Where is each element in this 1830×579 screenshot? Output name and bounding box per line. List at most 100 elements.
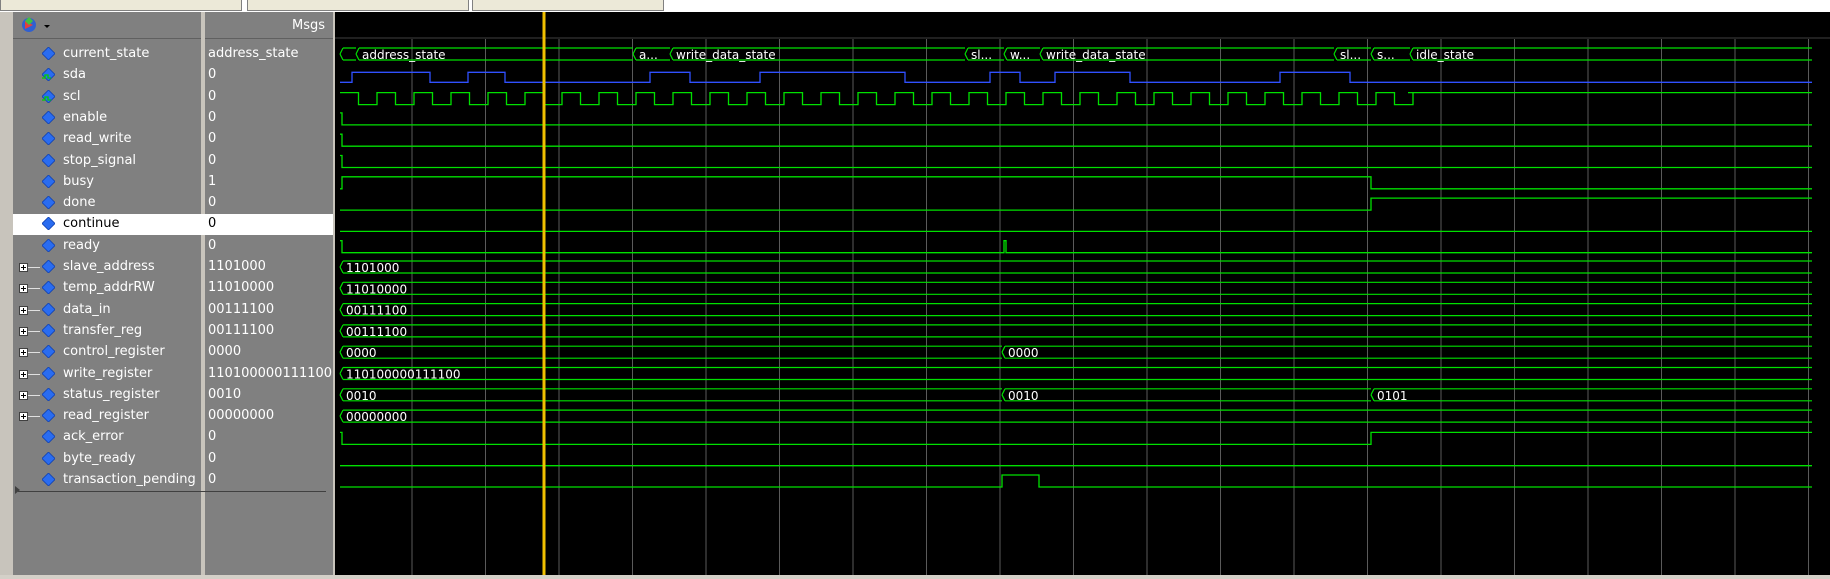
expand-plus-icon[interactable] — [19, 412, 28, 422]
bus-value-label: 0101 — [1377, 389, 1408, 403]
signal-row-byte-ready[interactable]: byte_ready 0 — [13, 449, 333, 470]
list-end-divider — [18, 491, 326, 492]
signal-name: read_write — [63, 131, 132, 147]
tree-connector — [28, 373, 40, 375]
signal-row-write-register[interactable]: write_register 110100000111100 — [13, 364, 333, 385]
signal-name: enable — [63, 109, 108, 125]
bus-segment — [339, 366, 1812, 381]
bus-value-label: s... — [1377, 48, 1395, 62]
bus-value-label: w... — [1010, 48, 1030, 62]
signal-row-ready[interactable]: ready 0 — [13, 236, 333, 257]
diamond-icon — [42, 430, 55, 444]
busy-trace — [340, 176, 1812, 190]
signal-row-enable[interactable]: enable 0 — [13, 108, 333, 129]
bus-segment — [1001, 345, 1812, 359]
signal-name: done — [63, 195, 96, 211]
signal-row-scl[interactable]: scl 0 — [13, 87, 333, 108]
signal-name: data_in — [63, 301, 111, 317]
sda-net-icon — [42, 68, 55, 82]
bus-value-label: 11010000 — [346, 282, 407, 296]
tree-connector — [28, 416, 40, 418]
signal-name: busy — [63, 173, 94, 189]
expand-plus-icon[interactable] — [19, 305, 28, 315]
bus-value-label: 0010 — [1008, 389, 1039, 403]
diamond-icon — [42, 238, 55, 252]
bus-value-label: a... — [639, 48, 658, 62]
signal-value: 0 — [208, 195, 217, 211]
signal-value: 0 — [208, 109, 217, 125]
diamond-icon — [42, 196, 55, 210]
signal-row-temp-addrRW[interactable]: temp_addrRW 11010000 — [13, 278, 333, 299]
signal-row-transfer-reg[interactable]: transfer_reg 00111100 — [13, 321, 333, 342]
signal-name: stop_signal — [63, 152, 137, 168]
signal-name: ready — [63, 237, 100, 253]
signal-row-stop-signal[interactable]: stop_signal 0 — [13, 151, 333, 172]
signal-value: 00111100 — [208, 301, 275, 317]
expand-plus-icon[interactable] — [19, 348, 28, 358]
signal-row-ack-error[interactable]: ack_error 0 — [13, 427, 333, 448]
signal-value: 0 — [208, 216, 217, 232]
expand-plus-icon[interactable] — [19, 326, 28, 336]
signal-value: 11010000 — [208, 280, 275, 296]
signal-name: write_register — [63, 365, 153, 381]
stop-signal-trace — [340, 154, 1812, 169]
sda-trace — [340, 71, 1812, 83]
signal-row-transaction-pending[interactable]: transaction_pending 0 — [13, 470, 333, 491]
expand-plus-icon[interactable] — [19, 369, 28, 379]
waveform-pane[interactable]: address_state a... write_data_state sl... w.… — [335, 12, 1830, 575]
transaction-pending-trace — [340, 474, 1812, 488]
signal-value: 0010 — [208, 386, 242, 402]
signal-value: address_state — [208, 46, 299, 61]
waveform-canvas[interactable]: address_state a... write_data_state sl... w.… — [335, 12, 1830, 575]
diamond-icon — [42, 110, 55, 124]
expand-plus-icon[interactable] — [19, 263, 28, 272]
signal-name: slave_address — [63, 259, 155, 274]
signal-name: current_state — [63, 46, 150, 61]
signal-value: 0 — [208, 152, 217, 168]
bus-segment — [339, 324, 1812, 338]
signal-row-continue[interactable]: continue 0 — [13, 214, 333, 236]
signal-row-control-register[interactable]: control_register 0000 — [13, 342, 333, 363]
tree-connector — [28, 330, 40, 332]
signal-value: 0 — [208, 131, 217, 147]
signal-name: read_register — [63, 408, 149, 424]
bus-value-label: write_data_state — [1046, 48, 1146, 62]
signal-row-status-register[interactable]: status_register 0010 — [13, 385, 333, 406]
expand-plus-icon[interactable] — [19, 390, 28, 400]
wave-toolbar-logo-icon[interactable] — [17, 15, 53, 35]
bus-value-label: 0010 — [346, 389, 377, 403]
bus-value-label: 0000 — [1008, 346, 1039, 360]
tree-connector — [28, 394, 40, 396]
tab-stub-3[interactable] — [472, 0, 664, 11]
names-header — [13, 12, 201, 39]
signal-row-busy[interactable]: busy 1 — [13, 172, 333, 193]
signal-row-current-state[interactable]: current_state address_state — [13, 44, 333, 65]
expand-plus-icon[interactable] — [19, 284, 28, 294]
signal-name: transaction_pending — [63, 472, 196, 487]
signal-name: control_register — [63, 344, 165, 360]
signal-row-read-write[interactable]: read_write 0 — [13, 129, 333, 150]
signal-row-sda[interactable]: sda 0 — [13, 65, 333, 86]
diamond-icon — [42, 153, 55, 167]
diamond-icon — [42, 47, 55, 60]
tab-stub-1[interactable] — [0, 0, 242, 11]
signal-row-data-in[interactable]: data_in 00111100 — [13, 300, 333, 321]
bus-value-label: 1101000 — [346, 261, 399, 275]
signal-value: 0 — [208, 429, 217, 445]
bus-value-label: address_state — [362, 48, 446, 62]
bus-value-label: 00000000 — [346, 410, 407, 424]
bus-value-label: idle_state — [1416, 48, 1474, 62]
signal-row-slave-address[interactable]: slave_address 1101000 — [13, 257, 333, 278]
bus-segment — [339, 345, 1002, 359]
ack-error-trace — [340, 431, 1812, 446]
signal-row-read-register[interactable]: read_register 00000000 — [13, 406, 333, 427]
diamond-icon — [42, 345, 55, 359]
signal-name: status_register — [63, 386, 160, 402]
signal-value: 0000 — [208, 344, 242, 360]
signal-row-done[interactable]: done 0 — [13, 193, 333, 214]
done-trace — [340, 197, 1812, 211]
read-write-trace — [340, 133, 1812, 147]
bus-segment — [339, 260, 1812, 274]
tree-connector — [28, 267, 40, 268]
tab-stub-2[interactable] — [247, 0, 469, 11]
